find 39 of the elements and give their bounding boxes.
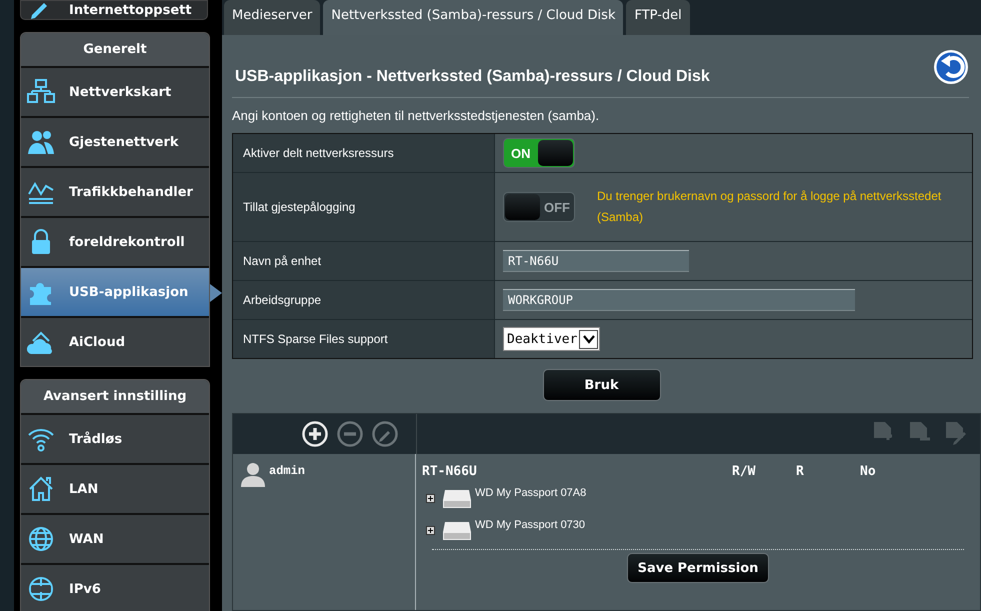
column-header: No xyxy=(860,464,877,478)
caret-icon xyxy=(579,330,598,348)
drive-label[interactable]: WD My Passport 07A8 xyxy=(475,487,586,499)
pencil-icon xyxy=(31,1,49,19)
setting-label: NTFS Sparse Files support xyxy=(233,320,495,358)
drive-label[interactable]: WD My Passport 0730 xyxy=(475,519,586,531)
description-text: Angi kontoen og rettigheten til nettverksstedstjenesten (samba). xyxy=(232,108,600,123)
tab[interactable]: FTP-del xyxy=(626,0,690,35)
input-field[interactable]: RT-N66U xyxy=(503,250,689,272)
column-header: R/W xyxy=(732,464,756,478)
network-icon xyxy=(27,78,55,106)
section-header: Generelt xyxy=(21,33,209,68)
column-header: R xyxy=(796,464,805,478)
setting-label: Arbeidsgruppe xyxy=(233,281,495,319)
add-button[interactable] xyxy=(302,421,328,447)
dropdown[interactable]: Deaktiver xyxy=(503,327,600,351)
page-title: USB-applikasjon - Nettverkssted (Samba)-ressurs / Cloud Disk xyxy=(235,68,710,86)
people-icon xyxy=(27,128,55,156)
user-icon xyxy=(239,460,267,488)
setting-label: Navn på enhet xyxy=(233,242,495,280)
tab[interactable]: Medieserver xyxy=(224,0,320,35)
hint-text: Du trenger brukernavn og passord for å logge på nettverksstedet (Samba) xyxy=(597,188,942,226)
back-button[interactable] xyxy=(933,49,969,85)
setting-label: Tillat gjestepålogging xyxy=(233,173,495,241)
globe-icon xyxy=(27,525,55,553)
house-icon xyxy=(27,475,55,503)
setting-label: Aktiver delt nettverksressurs xyxy=(233,134,495,172)
device-name: RT-N66U xyxy=(422,464,478,478)
save-button[interactable]: Save Permission xyxy=(627,553,769,583)
apply-button[interactable]: Bruk xyxy=(542,369,660,401)
expand-toggle[interactable] xyxy=(426,526,435,534)
account-name[interactable]: admin xyxy=(269,464,306,478)
globe-icon xyxy=(27,575,55,603)
menu-item[interactable]: Internettoppsett xyxy=(20,0,208,20)
section-header: Avansert innstilling xyxy=(21,380,209,415)
input-field[interactable]: WORKGROUP xyxy=(503,289,855,311)
expand-toggle[interactable] xyxy=(426,494,435,502)
toggle-switch[interactable]: OFF xyxy=(503,192,575,222)
tab[interactable]: Nettverkssted (Samba)-ressurs / Cloud Disk xyxy=(323,0,624,35)
